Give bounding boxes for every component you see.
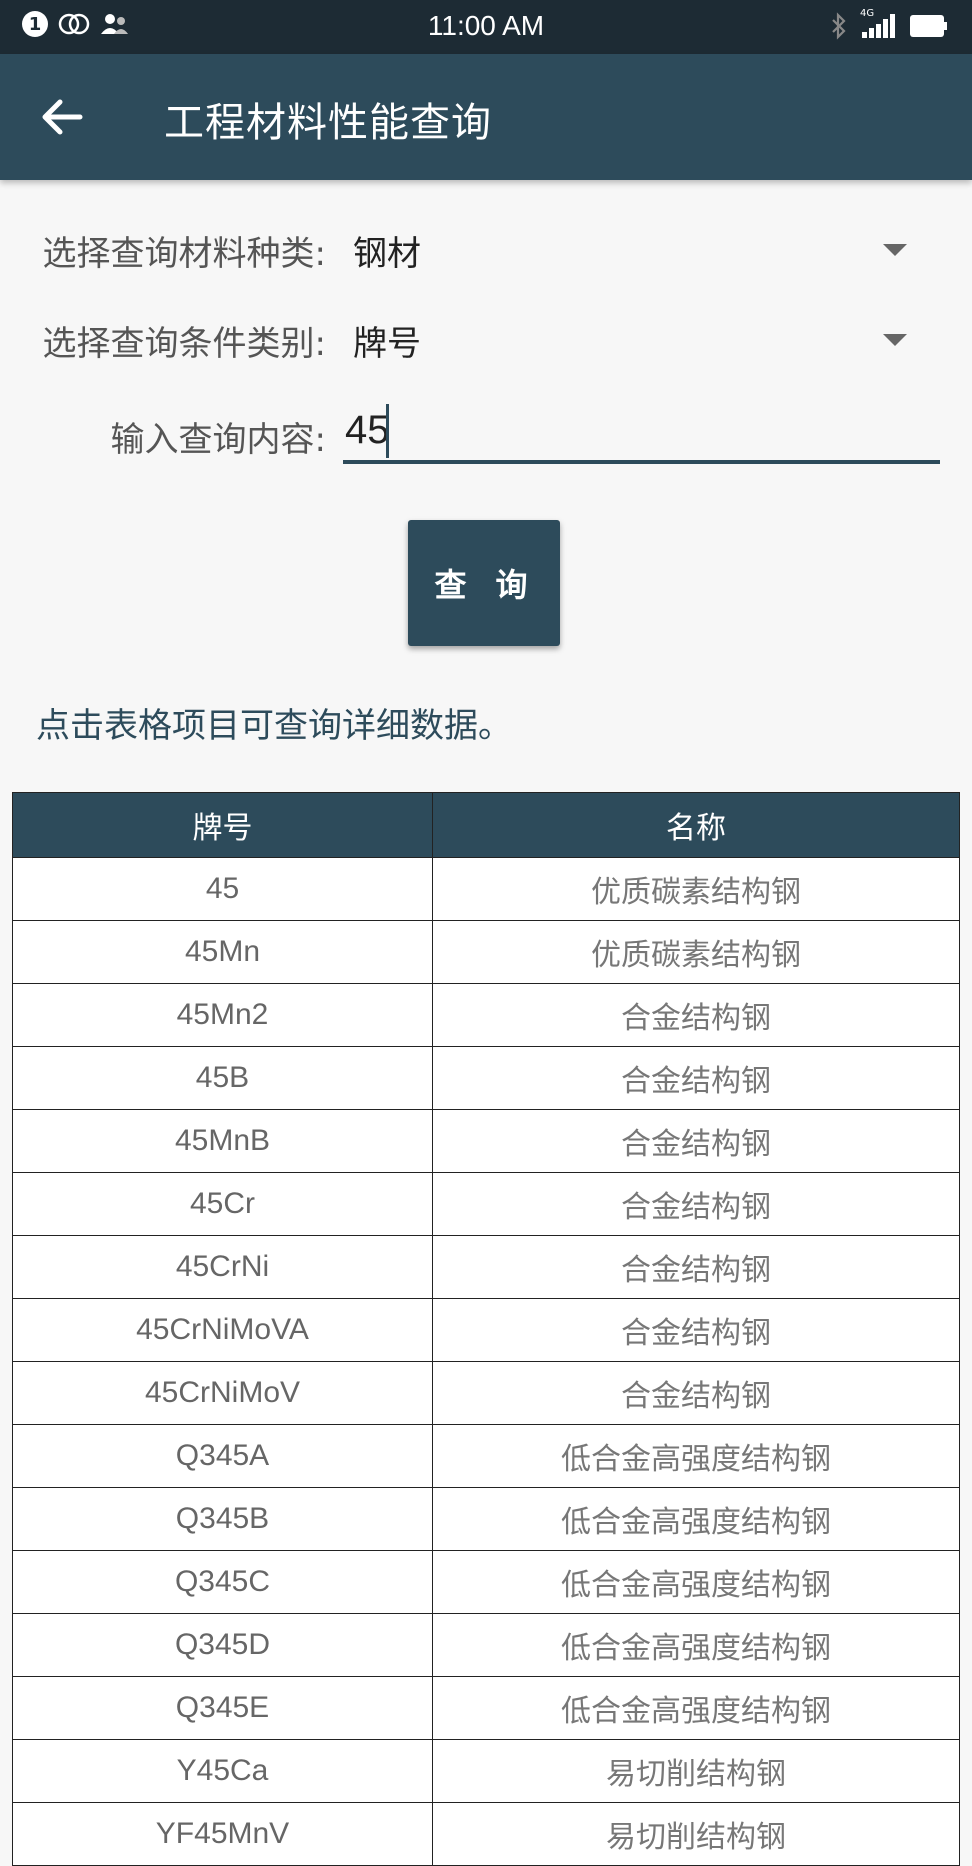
cell-grade[interactable]: 45MnB [12,1109,433,1173]
material-type-row[interactable]: 选择查询材料种类: 钢材 [0,226,972,276]
app-bar: 工程材料性能查询 [0,54,972,180]
cell-material-name[interactable]: 合金结构钢 [432,1109,960,1173]
cell-grade[interactable]: 45 [12,857,433,921]
status-bar: 1 11:00 AM 4G [0,0,972,54]
table-row[interactable]: 45 优质碳素结构钢 [12,857,960,921]
hint-text: 点击表格项目可查询详细数据。 [36,706,512,746]
column-header-grade: 牌号 [12,792,433,858]
cell-grade[interactable]: YF45MnV [12,1802,433,1866]
cell-grade[interactable]: Q345A [12,1424,433,1488]
cell-grade[interactable]: Q345D [12,1613,433,1677]
signal-icon: 4G [860,8,896,40]
cell-grade[interactable]: Q345C [12,1550,433,1614]
cell-material-name[interactable]: 合金结构钢 [432,1046,960,1110]
cell-material-name[interactable]: 合金结构钢 [432,1298,960,1362]
cell-material-name[interactable]: 低合金高强度结构钢 [432,1550,960,1614]
condition-type-row[interactable]: 选择查询条件类别: 牌号 [0,316,972,366]
cell-grade[interactable]: 45CrNiMoV [12,1361,433,1425]
cell-material-name[interactable]: 合金结构钢 [432,1235,960,1299]
query-button[interactable]: 查 询 [408,520,560,646]
cell-grade[interactable]: Q345E [12,1676,433,1740]
page-title: 工程材料性能查询 [164,100,492,146]
results-table: 牌号 名称 45 优质碳素结构钢 45Mn 优质碳素结构钢 45Mn2 合金结构钢 45B 合… [12,792,960,1866]
cell-grade[interactable]: Y45Ca [12,1739,433,1803]
table-row[interactable]: Q345B 低合金高强度结构钢 [12,1487,960,1551]
cell-material-name[interactable]: 低合金高强度结构钢 [432,1676,960,1740]
back-arrow-icon[interactable] [36,90,90,144]
table-row[interactable]: 45CrNiMoV 合金结构钢 [12,1361,960,1425]
cell-material-name[interactable]: 低合金高强度结构钢 [432,1424,960,1488]
cell-grade[interactable]: 45CrNiMoVA [12,1298,433,1362]
cell-grade[interactable]: 45CrNi [12,1235,433,1299]
cell-grade[interactable]: 45Cr [12,1172,433,1236]
table-row[interactable]: Q345A 低合金高强度结构钢 [12,1424,960,1488]
battery-icon [910,15,947,37]
condition-type-select[interactable]: 牌号 [353,316,421,365]
material-type-select[interactable]: 钢材 [353,226,421,275]
cell-material-name[interactable]: 合金结构钢 [432,1361,960,1425]
bluetooth-icon [832,12,846,40]
table-row[interactable]: 45Mn2 合金结构钢 [12,983,960,1047]
query-input-label: 输入查询内容: [110,420,326,460]
cell-material-name[interactable]: 优质碳素结构钢 [432,857,960,921]
table-row[interactable]: 45MnB 合金结构钢 [12,1109,960,1173]
table-row[interactable]: 45Mn 优质碳素结构钢 [12,920,960,984]
query-input[interactable] [343,400,940,464]
status-icons-right: 4G [830,8,948,40]
table-row[interactable]: Q345C 低合金高强度结构钢 [12,1550,960,1614]
cell-grade[interactable]: Q345B [12,1487,433,1551]
cell-material-name[interactable]: 低合金高强度结构钢 [432,1487,960,1551]
table-row[interactable]: 45B 合金结构钢 [12,1046,960,1110]
table-row[interactable]: Q345E 低合金高强度结构钢 [12,1676,960,1740]
cell-grade[interactable]: 45Mn [12,920,433,984]
cell-material-name[interactable]: 易切削结构钢 [432,1802,960,1866]
cell-material-name[interactable]: 易切削结构钢 [432,1739,960,1803]
condition-type-label: 选择查询条件类别: [42,324,326,364]
cell-material-name[interactable]: 低合金高强度结构钢 [432,1613,960,1677]
table-row[interactable]: 45Cr 合金结构钢 [12,1172,960,1236]
cell-grade[interactable]: 45Mn2 [12,983,433,1047]
cell-material-name[interactable]: 优质碳素结构钢 [432,920,960,984]
material-type-label: 选择查询材料种类: [42,234,326,274]
table-row[interactable]: Y45Ca 易切削结构钢 [12,1739,960,1803]
table-row[interactable]: YF45MnV 易切削结构钢 [12,1802,960,1866]
table-header-row: 牌号 名称 [12,792,960,858]
column-header-name: 名称 [432,792,960,858]
cell-material-name[interactable]: 合金结构钢 [432,1172,960,1236]
text-caret [386,404,389,458]
dropdown-arrow-icon[interactable] [883,334,907,346]
table-row[interactable]: Q345D 低合金高强度结构钢 [12,1613,960,1677]
status-time: 11:00 AM [427,10,545,41]
dropdown-arrow-icon[interactable] [883,244,907,256]
table-row[interactable]: 45CrNi 合金结构钢 [12,1235,960,1299]
cell-material-name[interactable]: 合金结构钢 [432,983,960,1047]
cell-grade[interactable]: 45B [12,1046,433,1110]
table-row[interactable]: 45CrNiMoVA 合金结构钢 [12,1298,960,1362]
